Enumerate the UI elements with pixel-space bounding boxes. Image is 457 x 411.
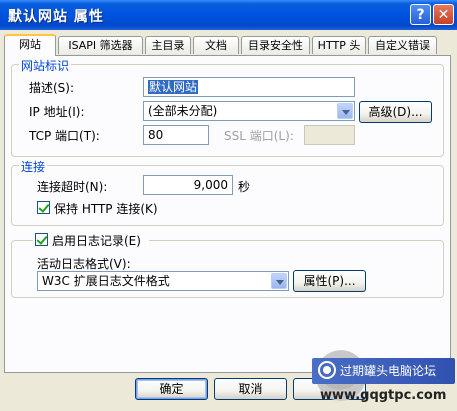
cancel-button[interactable]: 取消 [214, 378, 287, 400]
watermark-banner: 过期罐头电脑论坛 [312, 358, 455, 384]
description-value: 默认网站 [148, 80, 199, 94]
tab-http-headers[interactable]: HTTP 头 [312, 36, 366, 54]
description-label: 描述(S): [29, 81, 75, 95]
tab-directory-security[interactable]: 目录安全性 [241, 36, 310, 54]
ip-address-value: (全部未分配) [148, 104, 218, 118]
circle-logo-icon [318, 361, 336, 379]
log-format-value: W3C 扩展日志文件格式 [42, 274, 170, 288]
help-icon: ? [416, 7, 425, 23]
chevron-down-icon[interactable] [271, 273, 287, 289]
tab-custom-errors[interactable]: 自定义错误 [368, 36, 437, 54]
tcp-port-field[interactable]: 80 [143, 125, 209, 145]
connection-timeout-label: 连接超时(N): [37, 180, 108, 194]
watermark-url: www.gqgtpc.com [320, 388, 447, 403]
watermark-text: 过期罐头电脑论坛 [340, 364, 437, 378]
log-format-combobox[interactable]: W3C 扩展日志文件格式 [37, 271, 289, 291]
timeout-unit-label: 秒 [238, 180, 251, 194]
help-button[interactable]: ? [410, 4, 431, 25]
group-title: 网站标识 [19, 57, 72, 74]
description-field[interactable]: 默认网站 [143, 77, 355, 97]
ip-address-label: IP 地址(I): [29, 105, 85, 119]
active-log-format-label: 活动日志格式(V): [37, 257, 131, 271]
window-title: 默认网站 属性 [8, 9, 104, 25]
tcp-port-label: TCP 端口(T): [29, 129, 100, 143]
chevron-down-icon[interactable] [337, 103, 353, 119]
ok-button[interactable]: 确定 [135, 378, 208, 400]
close-icon: ✕ [437, 7, 450, 23]
enable-logging-label: 启用日志记录(E) [52, 234, 141, 248]
enable-logging-checkbox[interactable]: 启用日志记录(E) [33, 232, 149, 248]
tab-panel: 网站标识 描述(S): 默认网站 IP 地址(I): (全部未分配) 高级(D)… [4, 55, 451, 373]
ip-address-combobox[interactable]: (全部未分配) [143, 101, 355, 121]
advanced-button[interactable]: 高级(D)... [359, 101, 432, 123]
tab-documents[interactable]: 文档 [193, 36, 239, 54]
title-bar: 默认网站 属性 ? ✕ [0, 0, 457, 30]
tab-home-directory[interactable]: 主目录 [145, 36, 191, 54]
log-properties-button[interactable]: 属性(P)... [293, 270, 366, 292]
checkbox-checked-icon [35, 233, 48, 246]
ssl-port-label: SSL 端口(L): [224, 129, 294, 143]
tab-isapi-filters[interactable]: ISAPI 筛选器 [58, 36, 143, 54]
connection-timeout-field[interactable]: 9,000 [143, 175, 233, 195]
keep-alive-label: 保持 HTTP 连接(K) [54, 202, 158, 216]
tab-website[interactable]: 网站 [4, 34, 56, 56]
ssl-port-field[interactable] [304, 125, 355, 145]
close-button[interactable]: ✕ [433, 4, 454, 25]
group-title: 连接 [19, 158, 48, 175]
checkbox-checked-icon [37, 201, 50, 214]
watermark: 过期罐头电脑论坛 www.gqgtpc.com [310, 348, 456, 410]
